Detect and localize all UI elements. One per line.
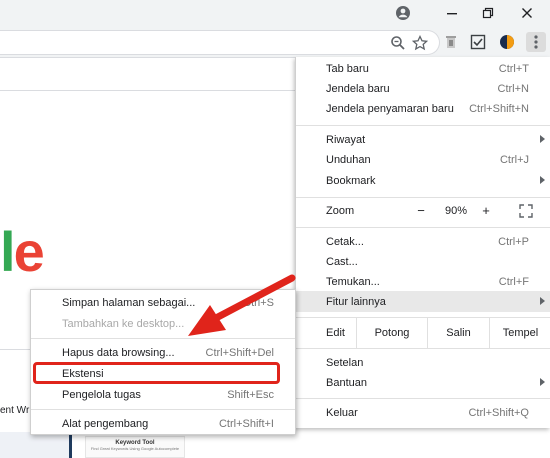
menu-separator: [296, 125, 550, 126]
zoom-lens-icon[interactable]: [388, 33, 408, 53]
keyword-tool-thumbnail[interactable]: Keyword Tool Find Great Keywords Using G…: [85, 436, 185, 458]
menu-item-help[interactable]: Bantuan: [296, 372, 550, 393]
menu-item-history[interactable]: Riwayat: [296, 129, 550, 150]
menu-separator: [296, 227, 550, 228]
menu-item-incognito[interactable]: Jendela penyamaran baru Ctrl+Shift+N: [296, 98, 550, 119]
menu-item-new-window[interactable]: Jendela baru Ctrl+N: [296, 78, 550, 99]
paste-button[interactable]: Tempel: [489, 317, 550, 348]
menu-item-find[interactable]: Temukan... Ctrl+F: [296, 271, 550, 292]
submenu-item-task-manager[interactable]: Pengelola tugas Shift+Esc: [31, 384, 295, 405]
title-bar: [0, 0, 550, 28]
menu-separator: [296, 348, 550, 349]
cut-button[interactable]: Potong: [356, 317, 427, 348]
menu-item-bookmarks[interactable]: Bookmark: [296, 170, 550, 191]
menu-item-print[interactable]: Cetak... Ctrl+P: [296, 231, 550, 252]
zoom-in-button[interactable]: +: [471, 200, 501, 221]
extensions-highlight-box: [33, 362, 280, 384]
menu-item-downloads[interactable]: Unduhan Ctrl+J: [296, 149, 550, 170]
menu-separator: [296, 197, 550, 198]
red-arrow-icon: [188, 274, 296, 336]
kebab-menu-icon[interactable]: [526, 32, 546, 52]
chevron-right-icon: [540, 135, 545, 143]
extension-screenshot-icon[interactable]: [468, 32, 488, 52]
menu-item-cast[interactable]: Cast...: [296, 251, 550, 272]
fullscreen-icon[interactable]: [511, 200, 541, 221]
extension-trash-icon[interactable]: [441, 32, 461, 52]
toolbar: [0, 28, 550, 58]
menu-item-zoom: Zoom − 90% +: [296, 200, 550, 221]
google-logo: le: [0, 220, 45, 283]
close-icon[interactable]: [515, 2, 539, 24]
menu-item-exit[interactable]: Keluar Ctrl+Shift+Q: [296, 402, 550, 423]
page-thumbnail[interactable]: [0, 432, 72, 458]
menu-item-more-tools[interactable]: Fitur lainnya: [296, 291, 550, 312]
thumbnail-subtitle: Find Great Keywords Using Google Autocom…: [90, 446, 180, 451]
copy-button[interactable]: Salin: [427, 317, 489, 348]
extension-round-icon[interactable]: [497, 32, 517, 52]
submenu-item-developer-tools[interactable]: Alat pengembang Ctrl+Shift+I: [31, 413, 295, 434]
bookmark-star-icon[interactable]: [410, 33, 430, 53]
zoom-level: 90%: [444, 204, 468, 217]
menu-item-edit: Edit Potong Salin Tempel: [296, 317, 550, 348]
chevron-right-icon: [540, 176, 545, 184]
menu-item-new-tab[interactable]: Tab baru Ctrl+T: [296, 58, 550, 79]
zoom-out-button[interactable]: −: [401, 200, 441, 221]
chrome-main-menu: Tab baru Ctrl+T Jendela baru Ctrl+N Jend…: [295, 57, 550, 428]
menu-separator: [31, 409, 295, 410]
chevron-right-icon: [540, 297, 545, 305]
restore-icon[interactable]: [476, 2, 500, 24]
menu-separator: [296, 398, 550, 399]
account-circle-icon[interactable]: [391, 2, 415, 24]
menu-item-settings[interactable]: Setelan: [296, 352, 550, 373]
minimize-icon[interactable]: [440, 2, 464, 24]
divider: [0, 90, 300, 91]
chevron-right-icon: [540, 378, 545, 386]
address-bar[interactable]: [0, 30, 440, 55]
